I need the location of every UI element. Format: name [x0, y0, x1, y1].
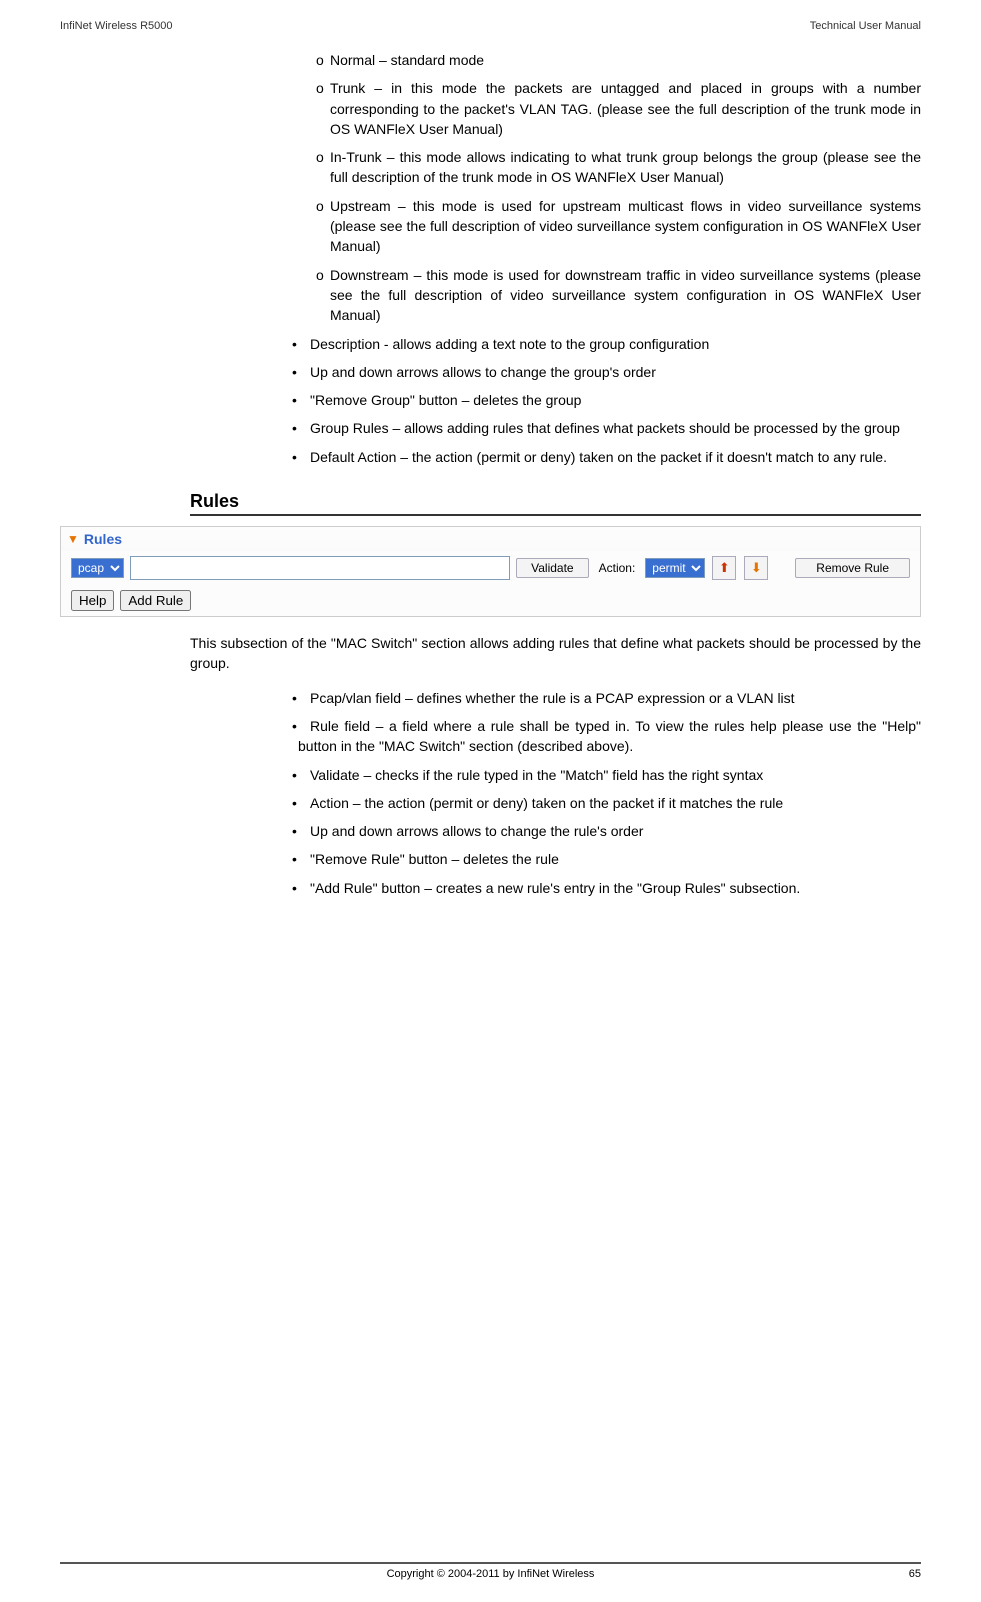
- footer-copyright: Copyright © 2004-2011 by InfiNet Wireles…: [60, 1568, 921, 1580]
- bullet-marker: •: [292, 716, 310, 736]
- action-label: Action:: [599, 561, 636, 575]
- rules-section-title: Rules: [190, 491, 921, 516]
- mode-downstream: Downstream – this mode is used for downs…: [330, 267, 921, 324]
- item-remove-group: "Remove Group" button – deletes the grou…: [310, 392, 581, 408]
- mode-sublist: oNormal – standard mode oTrunk – in this…: [330, 50, 921, 326]
- page-header: InfiNet Wireless R5000 Technical User Ma…: [60, 20, 921, 42]
- list-marker: o: [316, 196, 330, 216]
- add-rule-button[interactable]: Add Rule: [120, 590, 191, 611]
- item-action: Action – the action (permit or deny) tak…: [310, 795, 783, 811]
- mode-intrunk: In-Trunk – this mode allows indicating t…: [330, 149, 921, 185]
- bullet-marker: •: [292, 362, 310, 382]
- page-footer: Copyright © 2004-2011 by InfiNet Wireles…: [60, 1562, 921, 1580]
- item-description: Description - allows adding a text note …: [310, 336, 709, 352]
- item-add-rule: "Add Rule" button – creates a new rule's…: [310, 880, 800, 896]
- group-bullet-list: •Description - allows adding a text note…: [298, 334, 921, 467]
- item-remove-rule: "Remove Rule" button – deletes the rule: [310, 851, 559, 867]
- bullet-marker: •: [292, 334, 310, 354]
- item-default-action: Default Action – the action (permit or d…: [310, 449, 887, 465]
- mode-normal: Normal – standard mode: [330, 52, 484, 68]
- rules-description: This subsection of the "MAC Switch" sect…: [190, 633, 921, 674]
- rules-bullet-list: •Pcap/vlan field – defines whether the r…: [298, 688, 921, 898]
- list-marker: o: [316, 147, 330, 167]
- mode-upstream: Upstream – this mode is used for upstrea…: [330, 198, 921, 255]
- item-rule-field: Rule field – a field where a rule shall …: [298, 718, 921, 754]
- bullet-marker: •: [292, 447, 310, 467]
- rules-toolbar: ▼ Rules pcap Validate Action: permit ⬆ ⬇…: [60, 526, 921, 617]
- rules-toolbar-header: ▼ Rules: [61, 527, 920, 551]
- mode-trunk: Trunk – in this mode the packets are unt…: [330, 80, 921, 137]
- header-right: Technical User Manual: [810, 20, 921, 32]
- remove-rule-button[interactable]: Remove Rule: [795, 558, 910, 578]
- item-arrows: Up and down arrows allows to change the …: [310, 823, 643, 839]
- pcap-vlan-select[interactable]: pcap: [71, 558, 124, 578]
- bullet-marker: •: [292, 878, 310, 898]
- item-pcap-field: Pcap/vlan field – defines whether the ru…: [310, 690, 795, 706]
- bullet-marker: •: [292, 821, 310, 841]
- collapse-icon[interactable]: ▼: [67, 532, 79, 546]
- bullet-marker: •: [292, 793, 310, 813]
- rules-toolbar-label: Rules: [84, 531, 122, 547]
- action-select[interactable]: permit: [645, 558, 705, 578]
- move-down-button[interactable]: ⬇: [744, 556, 768, 580]
- rule-input[interactable]: [130, 556, 510, 580]
- list-marker: o: [316, 265, 330, 285]
- validate-button[interactable]: Validate: [516, 558, 588, 578]
- arrow-down-icon: ⬇: [751, 560, 762, 576]
- bullet-marker: •: [292, 765, 310, 785]
- item-arrows: Up and down arrows allows to change the …: [310, 364, 656, 380]
- bullet-marker: •: [292, 688, 310, 708]
- list-marker: o: [316, 50, 330, 70]
- bullet-marker: •: [292, 390, 310, 410]
- header-left: InfiNet Wireless R5000: [60, 20, 173, 32]
- item-group-rules: Group Rules – allows adding rules that d…: [310, 420, 900, 436]
- move-up-button[interactable]: ⬆: [712, 556, 736, 580]
- bullet-marker: •: [292, 418, 310, 438]
- arrow-up-icon: ⬆: [719, 560, 730, 576]
- help-button[interactable]: Help: [71, 590, 114, 611]
- item-validate: Validate – checks if the rule typed in t…: [310, 767, 763, 783]
- bullet-marker: •: [292, 849, 310, 869]
- list-marker: o: [316, 78, 330, 98]
